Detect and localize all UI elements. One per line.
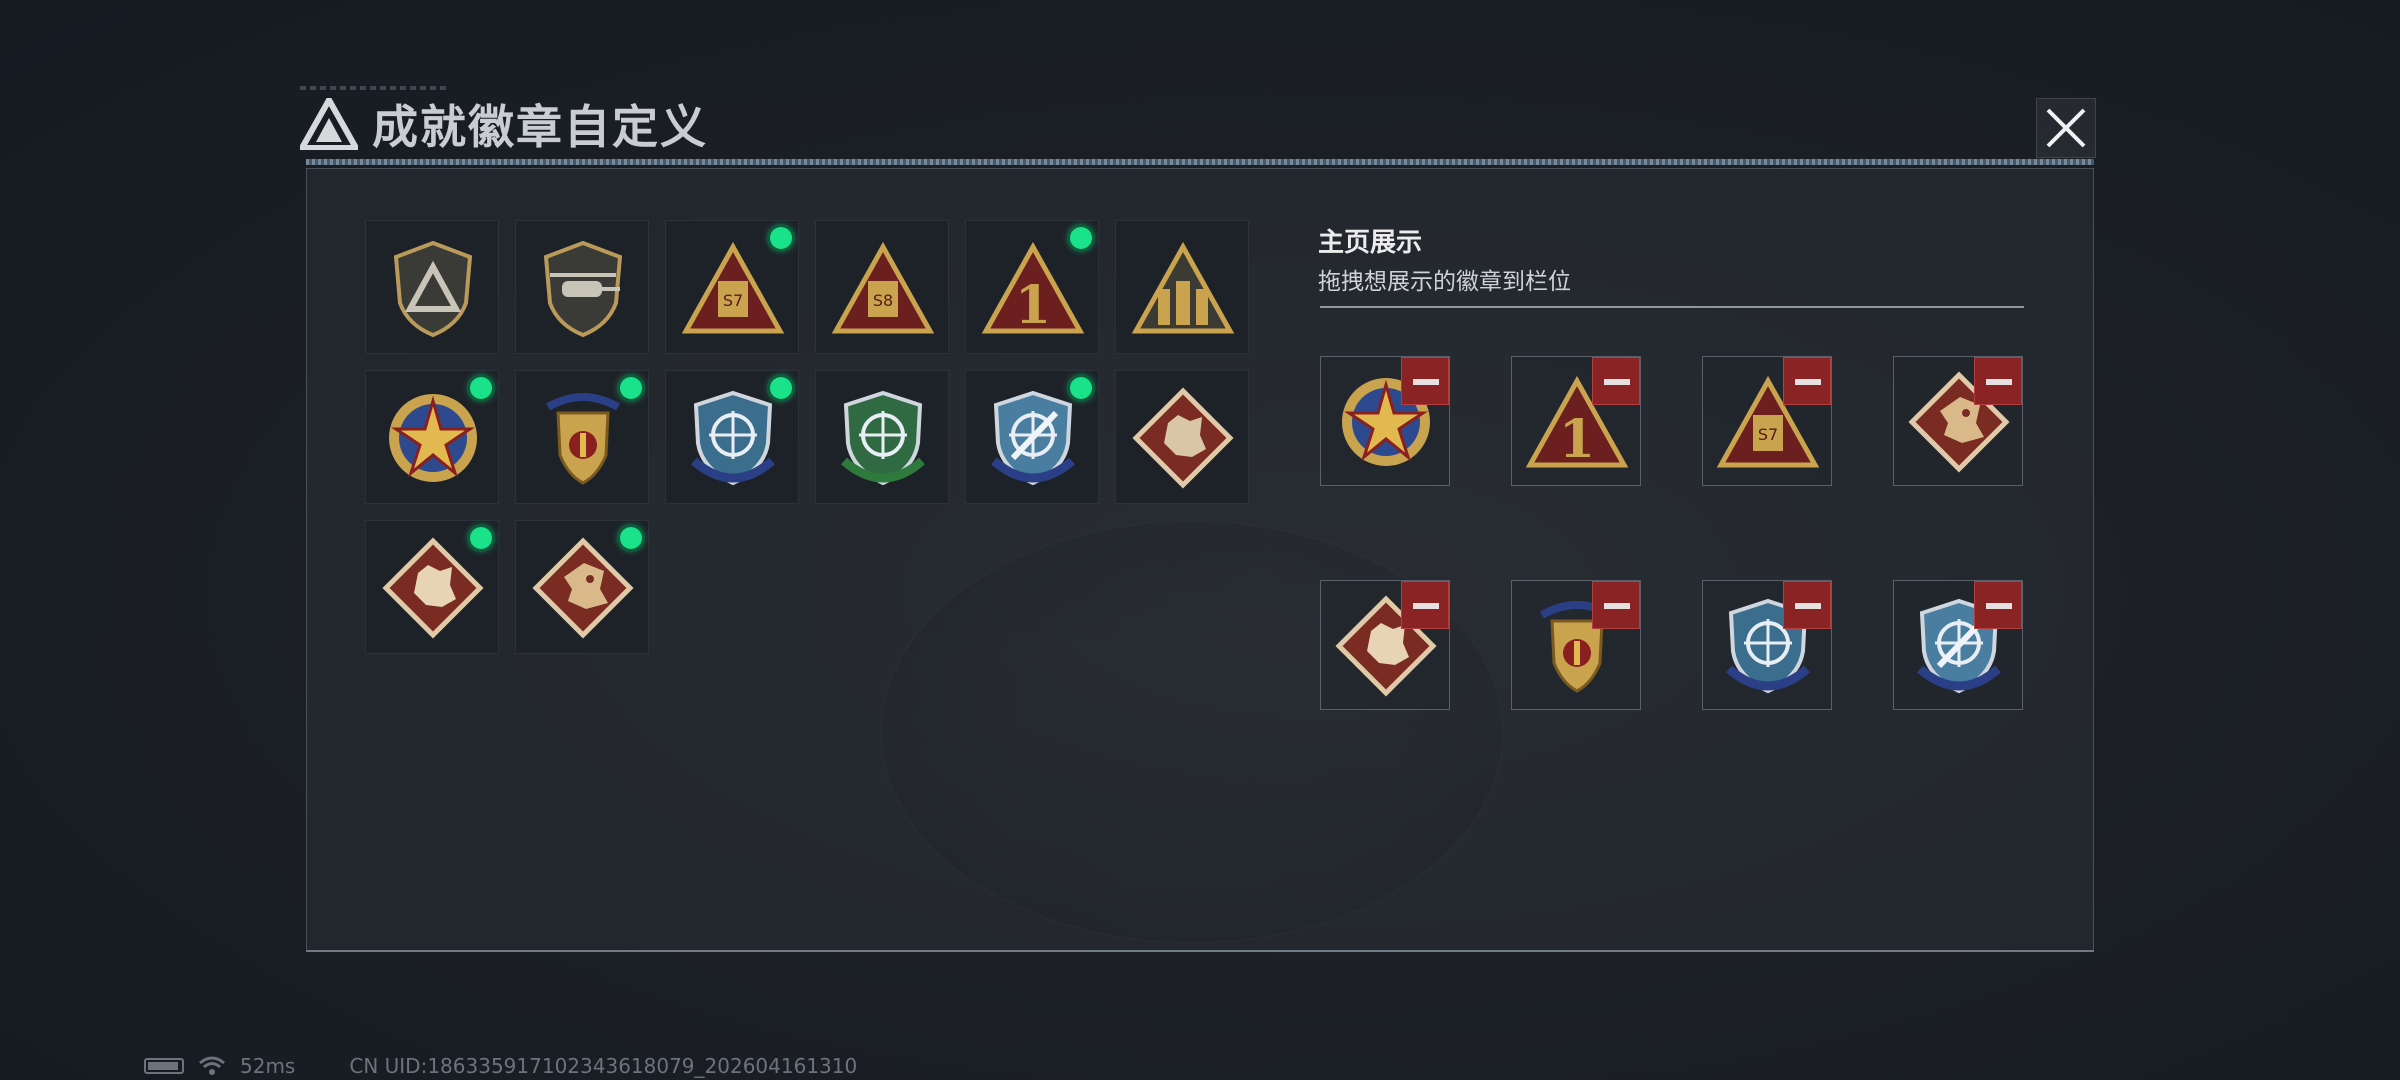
dragon-diamond-badge-icon — [532, 537, 634, 639]
soldiers-tri-badge-icon — [1131, 241, 1235, 334]
winged-crest-badge-icon — [546, 393, 620, 485]
showcase-slot[interactable]: 1 — [1511, 356, 1641, 486]
badge-cell[interactable]: 1 — [965, 220, 1099, 354]
badge-cell[interactable] — [515, 520, 649, 654]
header-divider — [306, 159, 2094, 165]
new-indicator-dot — [470, 377, 492, 399]
showcase-title: 主页展示 — [1318, 228, 1423, 258]
rank-one-tri-badge-icon: 1 — [981, 241, 1085, 336]
showcase-slot[interactable]: S7 — [1702, 356, 1832, 486]
badge-cell[interactable] — [365, 370, 499, 504]
close-icon — [2046, 108, 2086, 148]
showcase-slot[interactable] — [1320, 356, 1450, 486]
showcase-slot[interactable] — [1511, 580, 1641, 710]
remove-badge-button[interactable] — [1974, 357, 2022, 405]
badge-cell[interactable] — [515, 370, 649, 504]
remove-badge-button[interactable] — [1401, 581, 1449, 629]
new-indicator-dot — [1070, 377, 1092, 399]
remove-badge-button[interactable] — [1592, 357, 1640, 405]
new-indicator-dot — [770, 377, 792, 399]
helicopter-shield-badge-icon — [543, 240, 623, 338]
showcase-slots: 1 S7 — [1320, 356, 2023, 710]
blue-rifle-shield-badge-icon — [691, 390, 775, 486]
star-medal-badge-icon — [389, 394, 477, 482]
showcase-slot[interactable] — [1893, 356, 2023, 486]
remove-badge-button[interactable] — [1783, 581, 1831, 629]
badge-cell[interactable] — [965, 370, 1099, 504]
new-indicator-dot — [1070, 227, 1092, 249]
battery-icon — [144, 1058, 184, 1074]
svg-text:1: 1 — [1559, 409, 1595, 470]
dialog-header: 成就徽章自定义 — [300, 92, 708, 156]
badge-cell[interactable] — [515, 220, 649, 354]
blue-knife-shield-badge-icon — [991, 390, 1075, 486]
wolf-diamond-badge-icon — [382, 537, 484, 639]
badge-cell[interactable] — [1115, 370, 1249, 504]
badge-cell[interactable] — [1115, 220, 1249, 354]
showcase-slot[interactable] — [1702, 580, 1832, 710]
triangle-logo-icon — [300, 98, 358, 150]
showcase-slot[interactable] — [1893, 580, 2023, 710]
remove-badge-button[interactable] — [1401, 357, 1449, 405]
badge-cell[interactable] — [365, 520, 499, 654]
title-decoration — [300, 86, 450, 90]
badge-cell[interactable]: S7 — [665, 220, 799, 354]
new-indicator-dot — [620, 377, 642, 399]
green-rifle-shield-badge-icon — [841, 390, 925, 486]
new-indicator-dot — [620, 527, 642, 549]
wifi-icon — [199, 1056, 225, 1075]
svg-text:S8: S8 — [873, 291, 893, 310]
badge-cell[interactable] — [665, 370, 799, 504]
svg-text:S7: S7 — [723, 291, 743, 310]
tri-shield-badge-icon — [393, 240, 473, 338]
new-indicator-dot — [770, 227, 792, 249]
svg-text:S7: S7 — [1758, 425, 1778, 444]
uid-text: CN UID:18633591710234361807​9_2026041613… — [349, 1054, 858, 1078]
close-button[interactable] — [2036, 98, 2096, 158]
badge-cell[interactable] — [815, 370, 949, 504]
status-bar: 52ms CN UID:18633591710234361807​9_20260… — [144, 1054, 857, 1078]
s7-tri-badge-icon: S7 — [681, 241, 785, 334]
new-indicator-dot — [470, 527, 492, 549]
showcase-divider — [1320, 306, 2024, 308]
panel-bottom-border — [306, 950, 2094, 952]
wolf-diamond-badge-dark-icon — [1132, 387, 1234, 489]
s8-tri-badge-icon: S8 — [831, 241, 935, 334]
badge-cell[interactable] — [365, 220, 499, 354]
remove-badge-button[interactable] — [1783, 357, 1831, 405]
remove-badge-button[interactable] — [1974, 581, 2022, 629]
badge-collection-grid: S7 S8 1 — [365, 220, 1249, 654]
dialog-title: 成就徽章自定义 — [372, 100, 708, 154]
remove-badge-button[interactable] — [1592, 581, 1640, 629]
showcase-subtitle: 拖拽想展示的徽章到栏位 — [1318, 269, 1571, 295]
showcase-slot[interactable] — [1320, 580, 1450, 710]
ping-text: 52ms — [240, 1054, 296, 1078]
badge-cell[interactable]: S8 — [815, 220, 949, 354]
svg-text:1: 1 — [1015, 275, 1051, 336]
